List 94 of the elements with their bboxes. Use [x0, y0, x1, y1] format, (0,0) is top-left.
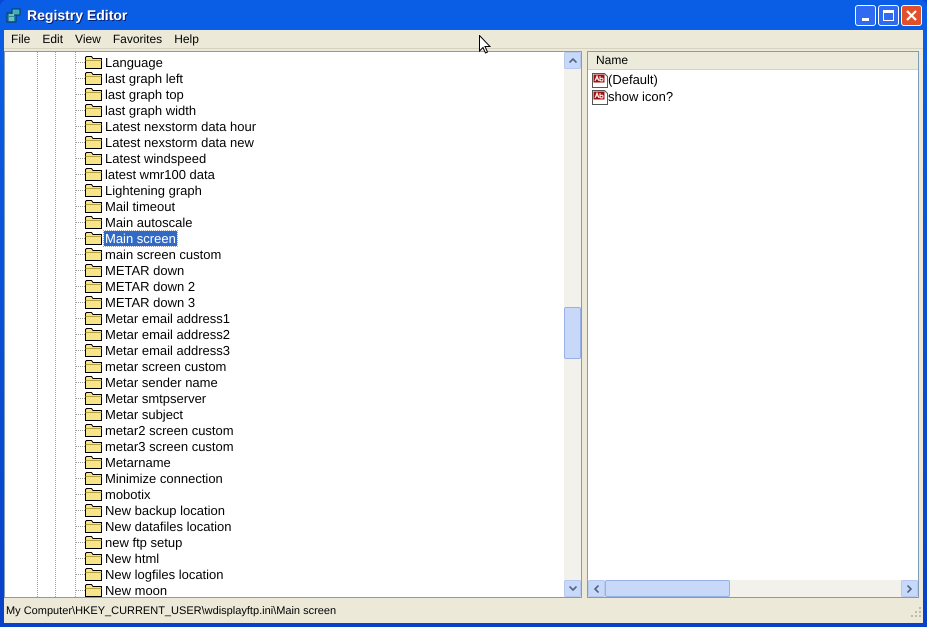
tree-item[interactable]: Metar subject: [104, 406, 184, 422]
folder-icon: [85, 135, 102, 149]
folder-icon: [85, 455, 102, 469]
resize-grip-icon[interactable]: [911, 606, 921, 616]
tree-item[interactable]: METAR down: [104, 262, 186, 278]
tree-item[interactable]: New datafiles location: [104, 518, 232, 534]
tree-item[interactable]: New backup location: [104, 502, 226, 518]
folder-icon: [85, 71, 102, 85]
tree-item[interactable]: Lightening graph: [104, 182, 203, 198]
tree-item[interactable]: New moon: [104, 582, 168, 597]
tree-item[interactable]: Mail timeout: [104, 198, 176, 214]
menu-item[interactable]: Help: [168, 31, 205, 47]
folder-icon: [85, 583, 102, 597]
tree-item[interactable]: main screen custom: [104, 246, 222, 262]
tree-item[interactable]: Main autoscale: [104, 214, 194, 230]
folder-icon: [85, 423, 102, 437]
tree-item[interactable]: Metar email address3: [104, 342, 231, 358]
tree-item[interactable]: Metar smtpserver: [104, 390, 208, 406]
tree-item[interactable]: Main screen: [104, 230, 177, 246]
folder-icon: [85, 103, 102, 117]
scroll-right-button[interactable]: [901, 580, 918, 597]
folder-icon: [85, 263, 102, 277]
value-name[interactable]: show icon?: [608, 86, 674, 106]
string-value-icon: [592, 72, 608, 88]
tree-item[interactable]: Metar email address1: [104, 310, 231, 326]
tree-item[interactable]: New html: [104, 550, 160, 566]
folder-icon: [85, 311, 102, 325]
tree-item[interactable]: Language: [104, 54, 164, 70]
tree-item[interactable]: metar3 screen custom: [104, 438, 235, 454]
folder-icon: [85, 343, 102, 357]
folder-icon: [85, 551, 102, 565]
tree-item[interactable]: Minimize connection: [104, 470, 224, 486]
menu-item[interactable]: Favorites: [106, 31, 168, 47]
scroll-thumb[interactable]: [605, 580, 730, 597]
folder-icon: [85, 295, 102, 309]
tree-item[interactable]: new ftp setup: [104, 534, 184, 550]
scroll-left-button[interactable]: [588, 580, 606, 597]
folder-icon: [85, 119, 102, 133]
scroll-down-button[interactable]: [564, 580, 582, 597]
folder-icon: [85, 375, 102, 389]
folder-icon: [85, 391, 102, 405]
status-bar-text: My Computer\HKEY_CURRENT_USER\wdisplayftp.ini\Main screen: [6, 604, 336, 620]
tree-item[interactable]: METAR down 3: [104, 294, 196, 310]
folder-icon: [85, 519, 102, 533]
folder-icon: [85, 487, 102, 501]
folder-icon: [85, 471, 102, 485]
tree-item[interactable]: New logfiles location: [104, 566, 225, 582]
tree-item[interactable]: Metar sender name: [104, 374, 219, 390]
tree-item[interactable]: last graph top: [104, 86, 185, 102]
folder-icon: [85, 151, 102, 165]
folder-icon: [85, 55, 102, 69]
close-icon: [906, 10, 917, 20]
folder-icon: [85, 279, 102, 293]
folder-icon: [85, 327, 102, 341]
tree-item[interactable]: Latest windspeed: [104, 150, 208, 166]
tree-item[interactable]: metar2 screen custom: [104, 422, 235, 438]
folder-icon: [85, 439, 102, 453]
registry-icon: [6, 7, 22, 23]
tree-item[interactable]: METAR down 2: [104, 278, 196, 294]
minimize-button[interactable]: [855, 4, 876, 26]
tree-item[interactable]: Metarname: [104, 454, 172, 470]
folder-icon: [85, 215, 102, 229]
scroll-up-button[interactable]: [564, 52, 582, 69]
folder-icon: [85, 503, 102, 517]
tree-item[interactable]: Latest nexstorm data new: [104, 134, 255, 150]
folder-icon: [85, 199, 102, 213]
menu-item[interactable]: View: [69, 31, 107, 47]
string-value-icon: [592, 88, 608, 104]
close-button[interactable]: [901, 4, 922, 26]
tree-item[interactable]: last graph left: [104, 70, 184, 86]
tree-item[interactable]: latest wmr100 data: [104, 166, 216, 182]
folder-icon: [85, 231, 102, 245]
maximize-icon: [883, 10, 894, 20]
tree-item[interactable]: metar screen custom: [104, 358, 228, 374]
folder-icon: [85, 247, 102, 261]
folder-icon: [85, 359, 102, 373]
menu-item[interactable]: Edit: [36, 31, 70, 47]
window-title: Registry Editor: [27, 6, 128, 25]
folder-icon: [85, 407, 102, 421]
tree-item[interactable]: Metar email address2: [104, 326, 231, 342]
tree-item[interactable]: mobotix: [104, 486, 152, 502]
value-name[interactable]: (Default): [608, 70, 658, 90]
minimize-icon: [862, 18, 869, 20]
tree-item[interactable]: Latest nexstorm data hour: [104, 118, 258, 134]
scroll-thumb[interactable]: [564, 307, 582, 359]
folder-icon: [85, 535, 102, 549]
column-header[interactable]: Name: [588, 52, 918, 69]
tree-item[interactable]: last graph width: [104, 102, 198, 118]
maximize-button[interactable]: [878, 4, 899, 26]
folder-icon: [85, 183, 102, 197]
menu-item[interactable]: File: [5, 31, 36, 47]
folder-icon: [85, 87, 102, 101]
folder-icon: [85, 567, 102, 581]
folder-icon: [85, 167, 102, 181]
